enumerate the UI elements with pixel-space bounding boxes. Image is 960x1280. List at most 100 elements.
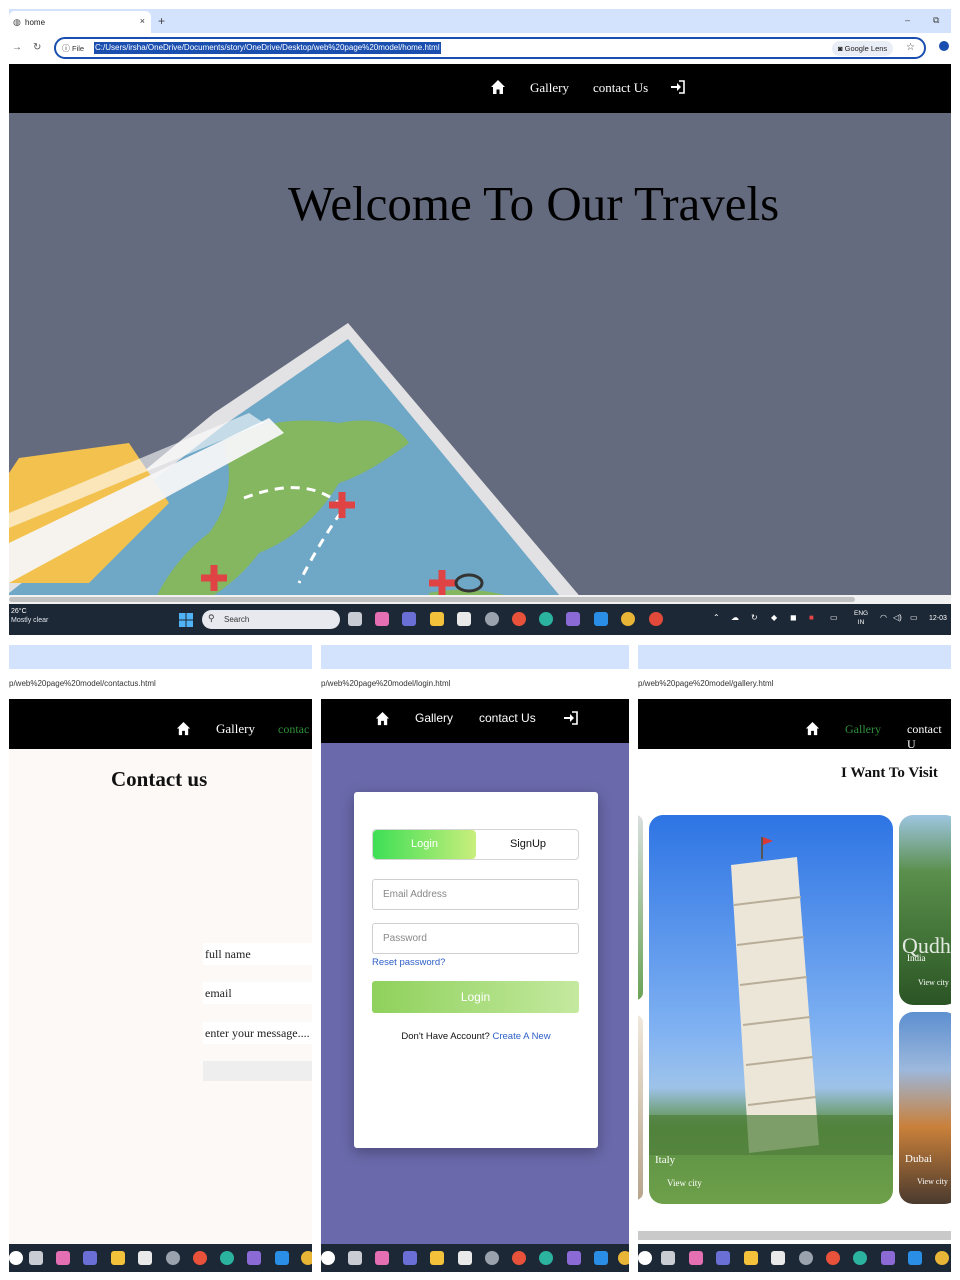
tab-signup[interactable]: SignUp (476, 830, 578, 859)
photos-icon[interactable] (247, 1251, 261, 1265)
url-text[interactable]: p/web%20page%20model/login.html (321, 679, 450, 688)
edge-browser-icon[interactable] (853, 1251, 867, 1265)
settings-gear-icon[interactable] (799, 1251, 813, 1265)
login-icon[interactable] (563, 711, 578, 725)
url-text[interactable]: p/web%20page%20model/gallery.html (638, 679, 774, 688)
copilot-icon[interactable] (375, 612, 389, 626)
settings-gear-icon[interactable] (485, 1251, 499, 1265)
home-icon[interactable] (805, 721, 820, 736)
profile-icon[interactable] (939, 41, 949, 51)
edge-browser-icon[interactable] (539, 1251, 553, 1265)
view-city-italy[interactable]: View city (667, 1178, 702, 1188)
tray-app-icon[interactable]: ◆ (771, 613, 777, 622)
message-field[interactable]: enter your message.... (203, 1022, 312, 1044)
nav-contact-link[interactable]: contact Us (593, 80, 648, 96)
copilot-icon[interactable] (689, 1251, 703, 1265)
nav-gallery-link[interactable]: Gallery (216, 721, 255, 737)
vscode-icon[interactable] (594, 1251, 608, 1265)
url-text[interactable]: C:/Users/irsha/OneDrive/Documents/story/… (94, 42, 441, 54)
vscode-icon[interactable] (908, 1251, 922, 1265)
photos-icon[interactable] (881, 1251, 895, 1265)
edge-icon[interactable] (321, 1251, 335, 1265)
chrome-icon[interactable] (301, 1251, 312, 1265)
edge-icon[interactable] (638, 1251, 652, 1265)
reset-password-link[interactable]: Reset password? (372, 957, 445, 968)
nav-contact-link[interactable]: contac (278, 722, 309, 737)
chrome-icon[interactable] (935, 1251, 949, 1265)
gallery-card-partial[interactable] (638, 815, 643, 1000)
restore-button[interactable]: ⧉ (933, 15, 939, 26)
login-icon[interactable] (670, 80, 685, 94)
office-icon[interactable] (826, 1251, 840, 1265)
edge-browser-icon[interactable] (220, 1251, 234, 1265)
nav-gallery-link[interactable]: Gallery (530, 80, 569, 96)
display-icon[interactable]: ▭ (830, 613, 838, 622)
edge-icon[interactable] (9, 1251, 23, 1265)
copilot-icon[interactable] (375, 1251, 389, 1265)
horizontal-scrollbar[interactable] (9, 595, 951, 604)
minimize-button[interactable]: – (905, 15, 910, 25)
task-view-icon[interactable] (661, 1251, 675, 1265)
gallery-card-dubai[interactable]: Dubai View city (899, 1012, 951, 1204)
task-view-icon[interactable] (348, 1251, 362, 1265)
onedrive-cloud-icon[interactable]: ☁ (731, 613, 739, 622)
full-name-field[interactable]: full name (203, 943, 312, 965)
gallery-card-india[interactable]: Qudh India View city (899, 815, 951, 1005)
view-city-dubai[interactable]: View city (917, 1177, 948, 1186)
address-bar[interactable]: p/web%20page%20model/contactus.html (9, 669, 312, 699)
address-bar[interactable]: p/web%20page%20model/gallery.html (638, 669, 951, 699)
nav-contact-link[interactable]: contact Us (479, 711, 536, 725)
nav-contact-link[interactable]: contact U (907, 722, 951, 752)
submit-button[interactable] (203, 1061, 312, 1081)
copilot-icon[interactable] (56, 1251, 70, 1265)
forward-icon[interactable]: → (12, 42, 22, 53)
teams-icon[interactable] (716, 1251, 730, 1265)
settings-gear-icon[interactable] (166, 1251, 180, 1265)
info-icon[interactable]: ⓘ (62, 43, 70, 54)
address-bar[interactable]: ⓘ File C:/Users/irsha/OneDrive/Documents… (54, 37, 926, 59)
reload-icon[interactable]: ↻ (33, 42, 41, 53)
edge-icon[interactable] (539, 612, 553, 626)
vscode-icon[interactable] (594, 612, 608, 626)
battery-icon[interactable]: ▭ (910, 613, 918, 622)
wifi-icon[interactable]: ◠ (880, 613, 887, 622)
file-explorer-icon[interactable] (430, 1251, 444, 1265)
teams-icon[interactable] (83, 1251, 97, 1265)
email-field[interactable]: Email Address (372, 879, 579, 910)
settings-gear-icon[interactable] (485, 612, 499, 626)
address-bar[interactable]: p/web%20page%20model/login.html (321, 669, 629, 699)
create-account-link[interactable]: Create A New (492, 1031, 550, 1042)
tab-login[interactable]: Login (373, 830, 476, 859)
chrome-icon[interactable] (649, 612, 663, 626)
bookmark-star-icon[interactable]: ☆ (906, 42, 915, 53)
volume-icon[interactable]: ◁) (893, 613, 902, 622)
show-hidden-icons[interactable]: ⌃ (713, 613, 720, 622)
nav-gallery-link[interactable]: Gallery (845, 722, 881, 737)
language-indicator[interactable]: ENG IN (854, 609, 868, 627)
task-view-icon[interactable] (29, 1251, 43, 1265)
windows-start-icon[interactable] (179, 613, 193, 627)
antivirus-icon[interactable]: ■ (809, 613, 814, 622)
file-explorer-icon[interactable] (111, 1251, 125, 1265)
home-icon[interactable] (490, 79, 506, 95)
gallery-card-partial[interactable] (638, 1015, 643, 1200)
office-icon[interactable] (193, 1251, 207, 1265)
photos-icon[interactable] (566, 612, 580, 626)
new-tab-button[interactable]: + (158, 14, 165, 28)
tab-home[interactable]: ◍ home × (9, 11, 151, 33)
task-view-icon[interactable] (348, 612, 362, 626)
home-icon[interactable] (176, 721, 191, 736)
store-icon[interactable] (771, 1251, 785, 1265)
taskbar-search[interactable]: ⚲ Search (202, 610, 340, 629)
nav-gallery-link[interactable]: Gallery (415, 711, 453, 725)
file-explorer-icon[interactable] (430, 612, 444, 626)
photos-icon[interactable] (567, 1251, 581, 1265)
login-button[interactable]: Login (372, 981, 579, 1013)
view-city-india[interactable]: View city (918, 978, 949, 987)
store-icon[interactable] (457, 612, 471, 626)
chrome-icon[interactable] (618, 1251, 629, 1265)
password-field[interactable]: Password (372, 923, 579, 954)
gallery-card-italy[interactable]: Italy View city (649, 815, 893, 1204)
google-lens-button[interactable]: ◙ Google Lens (832, 41, 894, 56)
teams-icon[interactable] (402, 612, 416, 626)
